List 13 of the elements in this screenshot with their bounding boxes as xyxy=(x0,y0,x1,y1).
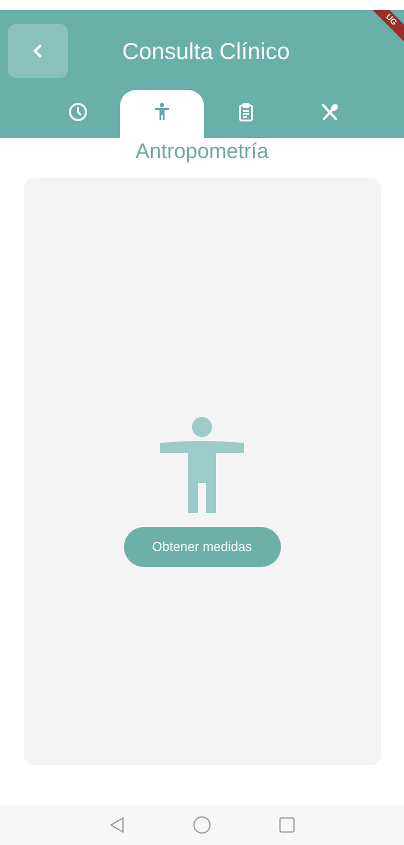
utensils-icon xyxy=(320,102,340,122)
screen-title: Consulta Clínico xyxy=(121,38,291,64)
person-icon xyxy=(160,416,244,512)
clipboard-icon xyxy=(236,102,256,122)
person-icon xyxy=(152,102,172,122)
home-circle-icon[interactable] xyxy=(193,816,211,834)
obtain-measures-button[interactable]: Obtener medidas xyxy=(124,526,280,566)
chevron-left-icon xyxy=(32,43,44,59)
tab[interactable] xyxy=(120,90,204,138)
recents-square-icon[interactable] xyxy=(279,817,295,833)
back-triangle-icon[interactable] xyxy=(109,816,125,834)
section-title: Antropometría xyxy=(135,140,269,164)
clock-icon xyxy=(68,102,88,122)
